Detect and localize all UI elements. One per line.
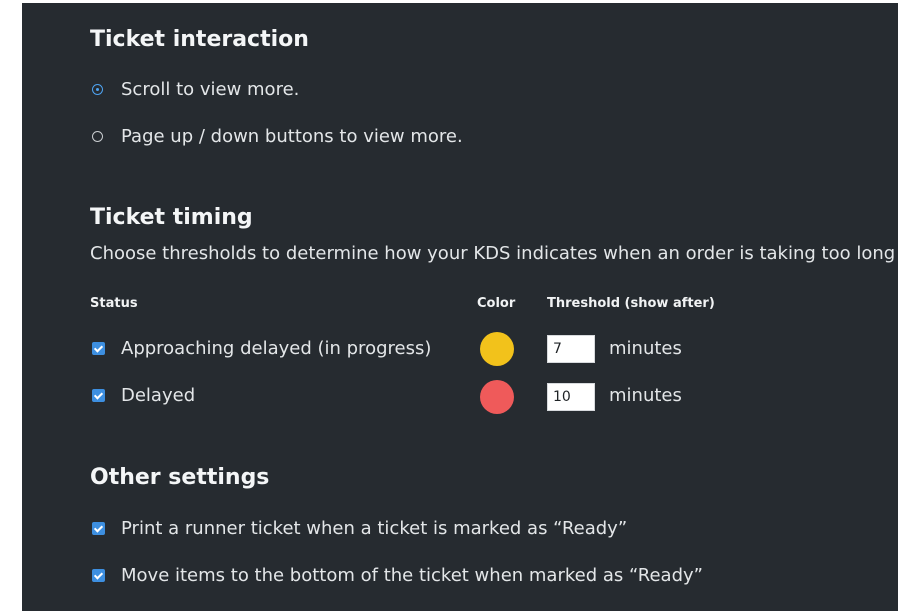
other-settings-title: Other settings (90, 465, 270, 490)
approaching-threshold-input[interactable] (547, 335, 595, 363)
status-label: Approaching delayed (in progress) (121, 338, 432, 359)
checkbox-checked-icon[interactable] (92, 342, 105, 355)
ticket-timing-title: Ticket timing (90, 205, 253, 230)
status-column-header: Status (90, 296, 138, 311)
status-row-delayed[interactable]: Delayed (92, 385, 195, 406)
threshold-unit: minutes (609, 385, 682, 406)
color-column-header: Color (477, 296, 516, 311)
radio-selected-icon[interactable] (92, 84, 103, 95)
settings-panel: Ticket interaction Scroll to view more. … (22, 3, 898, 611)
checkbox-checked-icon[interactable] (92, 389, 105, 402)
checkbox-checked-icon[interactable] (92, 522, 105, 535)
status-label: Delayed (121, 385, 196, 406)
threshold-column-header: Threshold (show after) (547, 296, 715, 311)
radio-unselected-icon[interactable] (92, 131, 103, 142)
radio-option-label: Scroll to view more. (121, 79, 300, 100)
option-label: Print a runner ticket when a ticket is m… (121, 518, 628, 539)
ticket-interaction-title: Ticket interaction (90, 27, 309, 52)
status-row-approaching-delayed[interactable]: Approaching delayed (in progress) (92, 338, 431, 359)
radio-option-scroll[interactable]: Scroll to view more. (92, 79, 299, 100)
threshold-unit: minutes (609, 338, 682, 359)
ticket-timing-description: Choose thresholds to determine how your … (90, 243, 896, 264)
option-label: Move items to the bottom of the ticket w… (121, 565, 703, 586)
delayed-threshold-input[interactable] (547, 383, 595, 411)
checkbox-checked-icon[interactable] (92, 569, 105, 582)
radio-option-page-buttons[interactable]: Page up / down buttons to view more. (92, 126, 463, 147)
radio-option-label: Page up / down buttons to view more. (121, 126, 463, 147)
option-move-items-bottom[interactable]: Move items to the bottom of the ticket w… (92, 565, 703, 586)
approaching-color-swatch[interactable] (480, 332, 514, 366)
option-print-runner-ticket[interactable]: Print a runner ticket when a ticket is m… (92, 518, 627, 539)
delayed-color-swatch[interactable] (480, 380, 514, 414)
